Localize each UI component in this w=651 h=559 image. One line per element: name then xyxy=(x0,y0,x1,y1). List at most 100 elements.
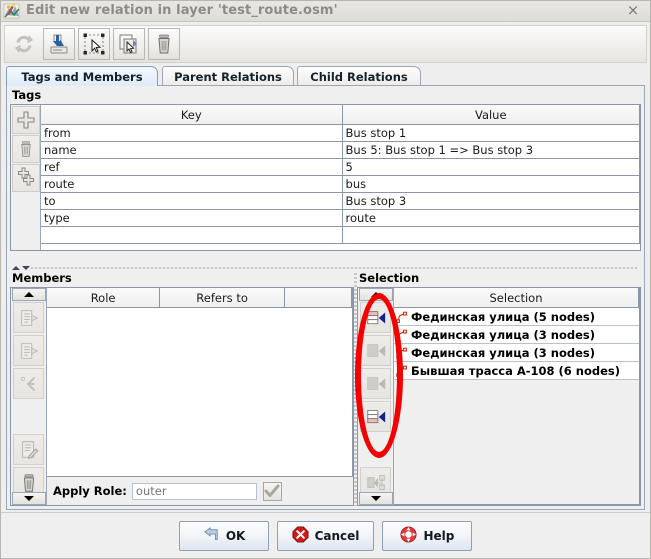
select-members-button[interactable] xyxy=(360,467,391,492)
selection-body: Selection xyxy=(357,287,641,506)
tags-table-body: from Bus stop 1 name Bus 5: Bus stop 1 =… xyxy=(41,125,640,244)
tag-value-cell[interactable] xyxy=(342,227,639,244)
ok-icon xyxy=(202,527,220,546)
members-table-area[interactable]: Role Refers to xyxy=(47,288,353,477)
divider-dots xyxy=(30,267,639,269)
table-row[interactable]: to Bus stop 3 xyxy=(41,193,640,210)
tab-child-relations[interactable]: Child Relations xyxy=(297,66,421,86)
tag-key-cell[interactable] xyxy=(41,227,342,244)
apply-role-input[interactable] xyxy=(132,483,257,500)
delete-tag-button[interactable] xyxy=(12,135,40,163)
tag-key-cell[interactable]: from xyxy=(41,125,342,142)
tag-value-cell[interactable]: route xyxy=(342,210,639,227)
horizontal-split-divider[interactable] xyxy=(10,264,641,271)
tab-parent-relations[interactable]: Parent Relations xyxy=(162,66,294,86)
cancel-icon xyxy=(292,526,309,546)
scroll-down-selection-button[interactable] xyxy=(359,492,393,505)
tag-key-cell[interactable]: to xyxy=(41,193,342,210)
add-selection-to-end-button[interactable] xyxy=(360,302,391,333)
duplicate-relation-button[interactable] xyxy=(113,28,145,60)
delete-relation-button[interactable] xyxy=(148,28,180,60)
add-selection-above-button[interactable] xyxy=(360,335,391,366)
tag-value-cell[interactable]: bus xyxy=(342,176,639,193)
selection-group-title: Selection xyxy=(357,272,641,286)
list-item-label: Фединская улица (3 nodes) xyxy=(411,346,595,360)
members-group-title: Members xyxy=(10,272,354,286)
members-column-role[interactable]: Role xyxy=(47,288,160,308)
add-selection-to-start-button[interactable] xyxy=(360,401,391,432)
tab-label: Parent Relations xyxy=(174,70,282,84)
remove-member-button[interactable] xyxy=(13,467,44,492)
apply-role-button[interactable] xyxy=(263,482,282,501)
table-row[interactable]: type route xyxy=(41,210,640,227)
ok-button[interactable]: OK xyxy=(179,521,269,551)
tag-key-cell[interactable]: route xyxy=(41,176,342,193)
help-button[interactable]: Help xyxy=(382,521,472,551)
reverse-members-button[interactable] xyxy=(13,368,44,399)
dialog-button-bar: OK Cancel Help xyxy=(0,512,651,559)
tag-key-cell[interactable]: type xyxy=(41,210,342,227)
scroll-down-members-button[interactable] xyxy=(12,492,46,505)
sort-members-button[interactable] xyxy=(13,302,44,333)
list-item[interactable]: Бывшая трасса А-108 (6 nodes) xyxy=(394,362,639,380)
list-item[interactable]: Фединская улица (3 nodes) xyxy=(394,344,639,362)
table-row[interactable] xyxy=(41,227,640,244)
tags-column-key[interactable]: Key xyxy=(41,105,342,125)
tab-tags-and-members[interactable]: Tags and Members xyxy=(6,66,158,86)
tags-column-value[interactable]: Value xyxy=(342,105,639,125)
tag-key-cell[interactable]: ref xyxy=(41,159,342,176)
list-item[interactable]: Фединская улица (3 nodes) xyxy=(394,326,639,344)
tag-value-cell[interactable]: Bus stop 3 xyxy=(342,193,639,210)
selection-tool-spacer xyxy=(360,434,391,465)
add-selection-below-button[interactable] xyxy=(360,368,391,399)
tag-key-cell[interactable]: name xyxy=(41,142,342,159)
table-row[interactable]: ref 5 xyxy=(41,159,640,176)
way-icon xyxy=(395,328,409,342)
table-row[interactable]: name Bus 5: Bus stop 1 => Bus stop 3 xyxy=(41,142,640,159)
way-icon xyxy=(395,310,409,324)
table-row[interactable]: route bus xyxy=(41,176,640,193)
list-item-label: Бывшая трасса А-108 (6 nodes) xyxy=(411,364,620,378)
split-collapse-controls[interactable] xyxy=(12,264,30,270)
list-item-label: Фединская улица (5 nodes) xyxy=(411,310,595,324)
tags-and-members-panel: Tags xyxy=(6,85,645,510)
scroll-up-selection-button[interactable] xyxy=(359,288,393,301)
selection-column-header[interactable]: Selection xyxy=(394,288,639,308)
close-icon[interactable]: × xyxy=(625,3,641,19)
help-label: Help xyxy=(423,529,454,543)
apply-role-label: Apply Role: xyxy=(53,484,127,498)
members-main: Role Refers to Apply Role: xyxy=(47,288,353,505)
add-tag-button[interactable] xyxy=(12,106,40,134)
members-tool-spacer xyxy=(13,401,44,432)
tags-table: Key Value from Bus stop 1 name Bus xyxy=(41,105,640,244)
triangle-up-icon xyxy=(24,292,34,297)
chevron-down-icon[interactable] xyxy=(22,266,30,270)
tags-group: Tags xyxy=(10,89,641,262)
selection-table-header-row: Selection xyxy=(394,288,639,308)
members-body: Role Refers to Apply Role: xyxy=(10,287,354,506)
scroll-up-members-button[interactable] xyxy=(12,288,46,301)
tag-value-cell[interactable]: Bus 5: Bus stop 1 => Bus stop 3 xyxy=(342,142,639,159)
list-item[interactable]: Фединская улица (5 nodes) xyxy=(394,308,639,326)
cancel-button[interactable]: Cancel xyxy=(277,521,375,551)
sort-below-members-button[interactable] xyxy=(13,335,44,366)
paste-tags-button[interactable] xyxy=(12,164,40,192)
members-tool-stack xyxy=(12,301,46,492)
josm-logo-icon xyxy=(3,2,21,20)
tag-value-cell[interactable]: 5 xyxy=(342,159,639,176)
members-column-refers-to[interactable]: Refers to xyxy=(160,288,285,308)
tags-body: Key Value from Bus stop 1 name Bus xyxy=(10,104,641,251)
download-members-button[interactable] xyxy=(43,28,75,60)
edit-member-button[interactable] xyxy=(13,434,44,465)
chevron-up-icon[interactable] xyxy=(12,266,20,270)
tags-table-wrap: Key Value from Bus stop 1 name Bus xyxy=(41,105,640,250)
table-row[interactable]: from Bus stop 1 xyxy=(41,125,640,142)
refresh-button[interactable] xyxy=(8,28,40,60)
members-column-extra[interactable] xyxy=(285,288,352,308)
tag-value-cell[interactable]: Bus stop 1 xyxy=(342,125,639,142)
tab-strip: Tags and Members Parent Relations Child … xyxy=(6,66,645,86)
selection-list-area[interactable]: Selection xyxy=(394,288,640,505)
help-icon xyxy=(400,526,417,546)
triangle-down-icon xyxy=(371,496,381,501)
select-in-map-button[interactable] xyxy=(78,28,110,60)
